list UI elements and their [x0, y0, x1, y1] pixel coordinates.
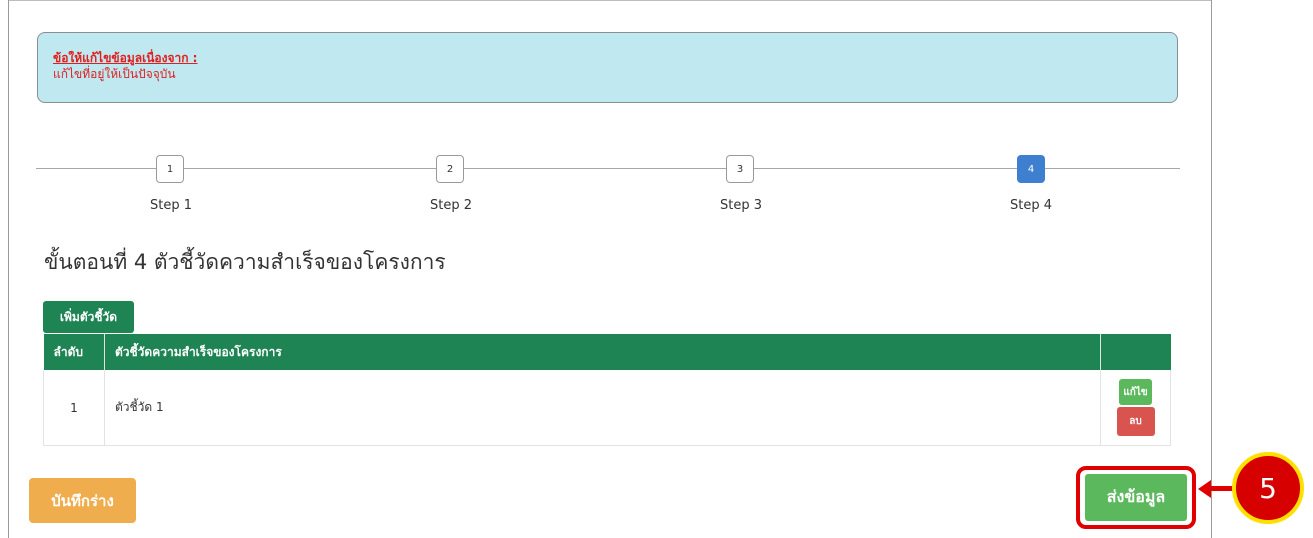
step-2-label: Step 2: [429, 198, 472, 213]
table-row: 1 ตัวชี้วัด 1 แก้ไข ลบ: [43, 370, 1171, 446]
column-header-indicator: ตัวชี้วัดความสำเร็จของโครงการ: [104, 334, 1101, 370]
table-header-row: ลำดับ ตัวชี้วัดความสำเร็จของโครงการ: [43, 334, 1171, 370]
row-indicator-name: ตัวชี้วัด 1: [104, 370, 1101, 446]
row-actions: แก้ไข ลบ: [1100, 370, 1171, 446]
edit-button[interactable]: แก้ไข: [1119, 379, 1152, 405]
step-3-indicator[interactable]: 3: [726, 155, 754, 183]
step-3-label: Step 3: [719, 198, 762, 213]
step-4-indicator[interactable]: 4: [1017, 155, 1045, 183]
alert-title: ข้อให้แก้ไขข้อมูลเนื่องจาก :: [53, 51, 198, 65]
stepper-track: [36, 168, 1180, 169]
step-4-number: 4: [1027, 163, 1035, 175]
add-indicator-button[interactable]: เพิ่มตัวชี้วัด: [43, 301, 134, 333]
step-1-indicator[interactable]: 1: [156, 155, 184, 183]
step-1-number: 1: [166, 163, 174, 175]
revision-alert: ข้อให้แก้ไขข้อมูลเนื่องจาก : แก้ไขที่อยู…: [37, 32, 1178, 103]
column-header-actions: [1100, 334, 1171, 370]
column-header-index: ลำดับ: [43, 334, 105, 370]
callout-arrow-head-icon: [1198, 480, 1211, 498]
alert-body: แก้ไขที่อยู่ให้เป็นปัจจุบัน: [53, 67, 176, 81]
step-2-number: 2: [446, 163, 454, 175]
submit-button[interactable]: ส่งข้อมูล: [1085, 474, 1187, 521]
step-1-label: Step 1: [149, 198, 192, 213]
step-callout-badge: 5: [1232, 452, 1304, 524]
save-draft-button[interactable]: บันทึกร่าง: [29, 478, 136, 523]
step-4-label: Step 4: [1009, 198, 1052, 213]
indicator-table: ลำดับ ตัวชี้วัดความสำเร็จของโครงการ 1 ตั…: [43, 334, 1171, 446]
page-title: ขั้นตอนที่ 4 ตัวชี้วัดความสำเร็จของโครงก…: [44, 250, 446, 274]
delete-button[interactable]: ลบ: [1116, 407, 1155, 436]
step-3-number: 3: [736, 163, 744, 175]
step-2-indicator[interactable]: 2: [436, 155, 464, 183]
row-index: 1: [43, 370, 105, 446]
